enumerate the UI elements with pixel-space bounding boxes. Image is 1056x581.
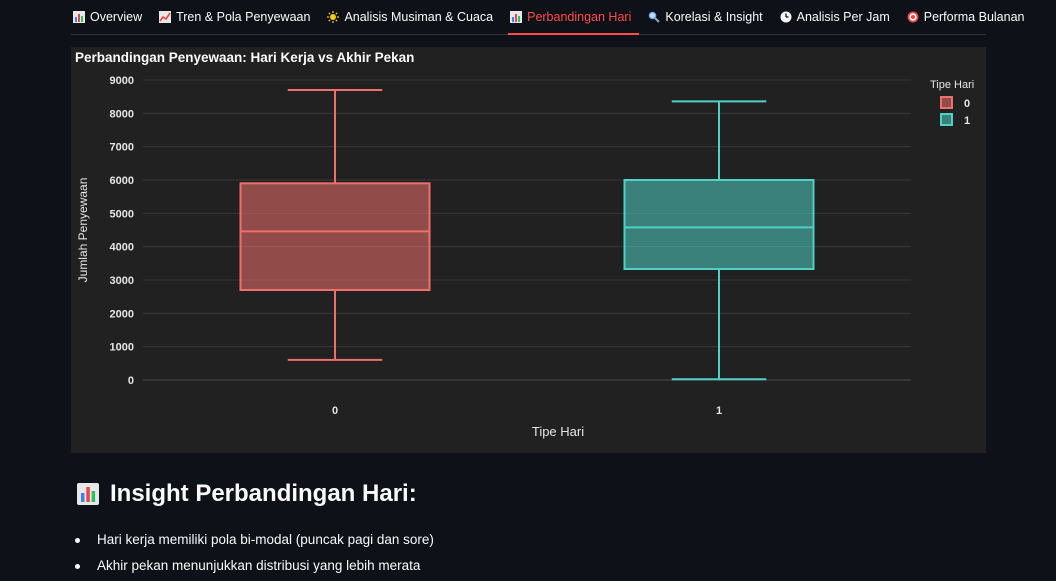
chart-title: Perbandingan Penyewaan: Hari Kerja vs Ak… (75, 50, 414, 65)
legend-swatch (940, 113, 953, 126)
box-plot-chart: Perbandingan Penyewaan: Hari Kerja vs Ak… (71, 47, 986, 453)
insight-heading: Insight Perbandingan Hari: (76, 480, 417, 508)
y-tick-label: 6000 (110, 175, 134, 187)
tab-label: Overview (90, 10, 143, 24)
bar-chart-icon (77, 483, 99, 505)
target-icon (907, 11, 919, 23)
bar-chart-icon (510, 11, 523, 23)
box-iqr (239, 182, 431, 291)
tab-analisis-per-jam[interactable]: Analisis Per Jam (778, 0, 898, 34)
tab-label: Perbandingan Hari (527, 10, 632, 24)
legend-swatch (940, 96, 953, 109)
x-axis-label: Tipe Hari (532, 424, 584, 439)
y-tick-label: 2000 (110, 308, 134, 320)
tab-label: Analisis Musiman & Cuaca (344, 10, 494, 24)
tab-label: Performa Bulanan (923, 10, 1025, 24)
tab-perbandingan-hari[interactable]: Perbandingan Hari (508, 0, 640, 35)
y-axis-label: Jumlah Penyewaan (76, 178, 90, 283)
tab-label: Analisis Per Jam (796, 10, 890, 24)
insight-list: Hari kerja memiliki pola bi-modal (punca… (72, 529, 434, 581)
tab-bar: Overview Tren & Pola Penyewaan Analisis … (71, 0, 1025, 35)
box-plot-svg: Perbandingan Penyewaan: Hari Kerja vs Ak… (75, 50, 974, 439)
y-tick-label: 1000 (110, 342, 134, 354)
y-tick-label: 5000 (110, 208, 134, 220)
y-tick-label: 9000 (110, 75, 134, 87)
clock-icon (780, 11, 792, 23)
trend-chart-icon (159, 11, 172, 23)
tab-label: Tren & Pola Penyewaan (176, 10, 311, 24)
x-tick-label: 1 (716, 405, 722, 417)
tab-korelasi-insight[interactable]: Korelasi & Insight (646, 0, 770, 34)
y-tick-label: 0 (128, 375, 134, 387)
tab-tren-pola[interactable]: Tren & Pola Penyewaan (157, 0, 318, 34)
y-tick-label: 3000 (110, 275, 134, 287)
y-tick-label: 7000 (110, 142, 134, 154)
y-tick-label: 8000 (110, 108, 134, 120)
x-tick-label: 0 (332, 405, 338, 417)
list-item-text: Hari kerja memiliki pola bi-modal (punca… (97, 532, 434, 547)
sun-icon (327, 11, 340, 23)
tab-musiman-cuaca[interactable]: Analisis Musiman & Cuaca (325, 0, 501, 34)
tab-label: Korelasi & Insight (665, 10, 763, 24)
box-iqr (623, 179, 815, 270)
magnifier-icon (649, 11, 661, 23)
legend-label: 1 (964, 115, 970, 127)
list-item: Akhir pekan menunjukkan distribusi yang … (72, 555, 434, 581)
legend-label: 0 (964, 98, 970, 110)
bar-chart-icon (73, 11, 85, 23)
y-tick-label: 4000 (110, 242, 134, 254)
tab-overview[interactable]: Overview (71, 0, 150, 34)
tab-performa-bulanan[interactable]: Performa Bulanan (905, 0, 1033, 34)
legend-title: Tipe Hari (930, 79, 974, 91)
list-item: Hari kerja memiliki pola bi-modal (punca… (72, 529, 434, 555)
list-item-text: Akhir pekan menunjukkan distribusi yang … (97, 558, 421, 573)
insight-title-text: Insight Perbandingan Hari: (110, 480, 417, 507)
